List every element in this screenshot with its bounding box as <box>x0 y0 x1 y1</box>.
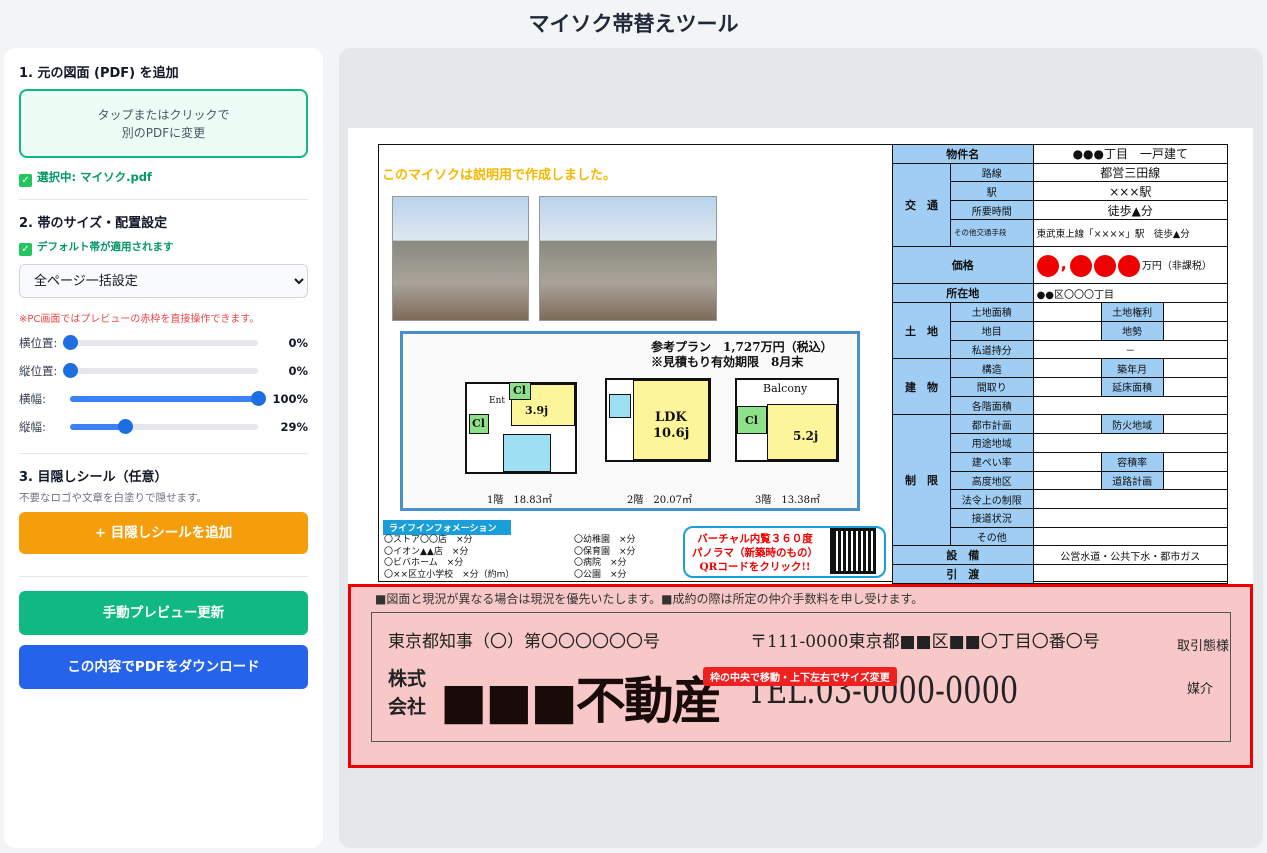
ldk-label: LDK <box>655 410 687 425</box>
entrance-label: Ent <box>489 396 505 406</box>
drop-line-2: 別のPDFに変更 <box>121 125 206 140</box>
floor3-area: 3階 13.38㎡ <box>755 495 820 506</box>
life-info-left: 〇ストア〇〇店 ×分 〇イオン▲▲店 ×分 〇ビバホーム ×分 〇××区立小学校 ×分… <box>384 535 515 580</box>
slider-label: 縦幅: <box>19 420 46 434</box>
plan-heading: 参考プラン 1,727万円（税込） ※見積もり有効期限 8月末 <box>651 340 833 369</box>
slider-fill <box>70 396 258 402</box>
ldk-size: 10.6j <box>653 426 690 441</box>
slider-label: 横幅: <box>19 392 46 406</box>
slider-fill <box>70 424 125 430</box>
property-photo-2 <box>539 196 717 321</box>
slider-value: 0% <box>288 364 308 378</box>
kitchen <box>609 394 631 418</box>
step2-heading: 2. 帯のサイズ・配置設定 <box>19 216 168 231</box>
slider-label: 縦位置: <box>19 364 58 378</box>
selected-file: ✓ 選択中: マイソク.pdf <box>19 166 308 187</box>
download-pdf-button[interactable]: この内容でPDFをダウンロード <box>19 645 308 689</box>
step3-desc: 不要なロゴや文章を白塗りで隠せます。 <box>19 492 207 504</box>
property-photo-1 <box>392 196 529 321</box>
page-setting-select[interactable]: 全ページ一括設定 <box>19 264 308 298</box>
divider <box>19 453 308 454</box>
life-info-title: ライフインフォメーション <box>383 520 511 535</box>
qr-code-icon[interactable] <box>830 528 876 574</box>
company-address: 〒111-0000東京都■■区■■〇丁目〇番〇号 <box>750 632 1100 652</box>
slider-track[interactable] <box>70 419 258 434</box>
floor1-area: 1階 18.83㎡ <box>487 495 552 506</box>
preview-area: このマイソクは説明用で作成しました。 参考プラン 1,727万円（税込） ※見積も… <box>339 48 1263 848</box>
life-info-right: 〇幼稚園 ×分 〇保育園 ×分 〇病院 ×分 〇公園 ×分 <box>574 535 636 580</box>
slider-row: 縦位置: 0% <box>19 357 308 385</box>
refresh-preview-button[interactable]: 手動プレビュー更新 <box>19 591 308 635</box>
property-info-table: 物件名 ●●●丁目 一戸建て 交 通路線 都営三田線 駅 ×××駅 所要時間 徒歩▲分 … <box>892 144 1229 584</box>
slider-value: 0% <box>288 336 308 350</box>
room-1-size: 3.9j <box>525 404 549 417</box>
drop-line-1: タップまたはクリックで <box>97 107 230 122</box>
add-seal-button[interactable]: + 目隠しシールを追加 <box>19 512 308 554</box>
slider-handle[interactable] <box>251 391 266 406</box>
bath-area <box>503 434 551 472</box>
deal-type-label: 取引態様 <box>1177 639 1230 654</box>
divider <box>19 576 308 577</box>
slider-group: 横位置: 0% 縦位置: 0% 横幅: 100% 縦幅: 29% <box>19 329 308 441</box>
license-number: 東京都知事（〇）第〇〇〇〇〇〇号 <box>388 632 660 652</box>
replacement-band[interactable]: ■図面と現況が異なる場合は現況を優先いたします。■成約の際は所定の仲介手数料を申… <box>348 584 1253 768</box>
slider-row: 横位置: 0% <box>19 329 308 357</box>
deal-type-value: 媒介 <box>1187 682 1214 697</box>
slider-handle[interactable] <box>117 419 133 434</box>
floor-plan: 参考プラン 1,727万円（税込） ※見積もり有効期限 8月末 3.9j Cl E… <box>400 331 860 511</box>
step1-heading: 1. 元の図面 (PDF) を追加 <box>19 66 179 81</box>
slider-handle[interactable] <box>63 335 78 350</box>
slider-row: 縦幅: 29% <box>19 413 308 441</box>
slider-track[interactable] <box>63 363 258 378</box>
divider <box>19 199 308 200</box>
slider-handle[interactable] <box>63 363 78 378</box>
check-icon: ✓ <box>19 174 32 187</box>
slider-row: 横幅: 100% <box>19 385 308 413</box>
check-icon: ✓ <box>19 243 32 256</box>
slider-value: 100% <box>272 392 308 406</box>
closet-1-label: Cl <box>513 384 526 397</box>
app-title: マイソク帯替えツール <box>528 12 739 36</box>
default-band-note: ✓ デフォルト帯が適用されます <box>19 235 308 256</box>
slider-track[interactable] <box>63 335 258 350</box>
balcony-label: Balcony <box>763 382 808 395</box>
pc-note: ※PC画面ではプレビューの赤枠を直接操作できます。 <box>19 314 260 325</box>
company-name: ■■■不動産 <box>440 671 722 730</box>
slider-value: 29% <box>280 420 308 434</box>
settings-panel: 1. 元の図面 (PDF) を追加 タップまたはクリックで 別のPDFに変更 ✓… <box>4 48 323 848</box>
slider-track[interactable] <box>70 391 266 406</box>
slider-label: 横位置: <box>19 336 58 350</box>
band-disclaimer: ■図面と現況が異なる場合は現況を優先いたします。■成約の際は所定の仲介手数料を申… <box>375 592 924 606</box>
step3-heading: 3. 目隠しシール（任意） <box>19 470 168 485</box>
pdf-drop-zone[interactable]: タップまたはクリックで 別のPDFに変更 <box>19 89 308 158</box>
room-3-size: 5.2j <box>793 429 819 443</box>
notice-text: このマイソクは説明用で作成しました。 <box>382 168 617 183</box>
company-kind: 株式 会社 <box>388 668 427 718</box>
band-move-hint: 枠の中央で移動・上下左右でサイズ変更 <box>703 667 897 686</box>
price-cell: , 万円（非課税） <box>1032 245 1229 285</box>
closet-3-label: Cl <box>745 414 758 427</box>
closet-2-label: Cl <box>472 417 485 430</box>
floor2-area: 2階 20.07㎡ <box>627 495 692 506</box>
